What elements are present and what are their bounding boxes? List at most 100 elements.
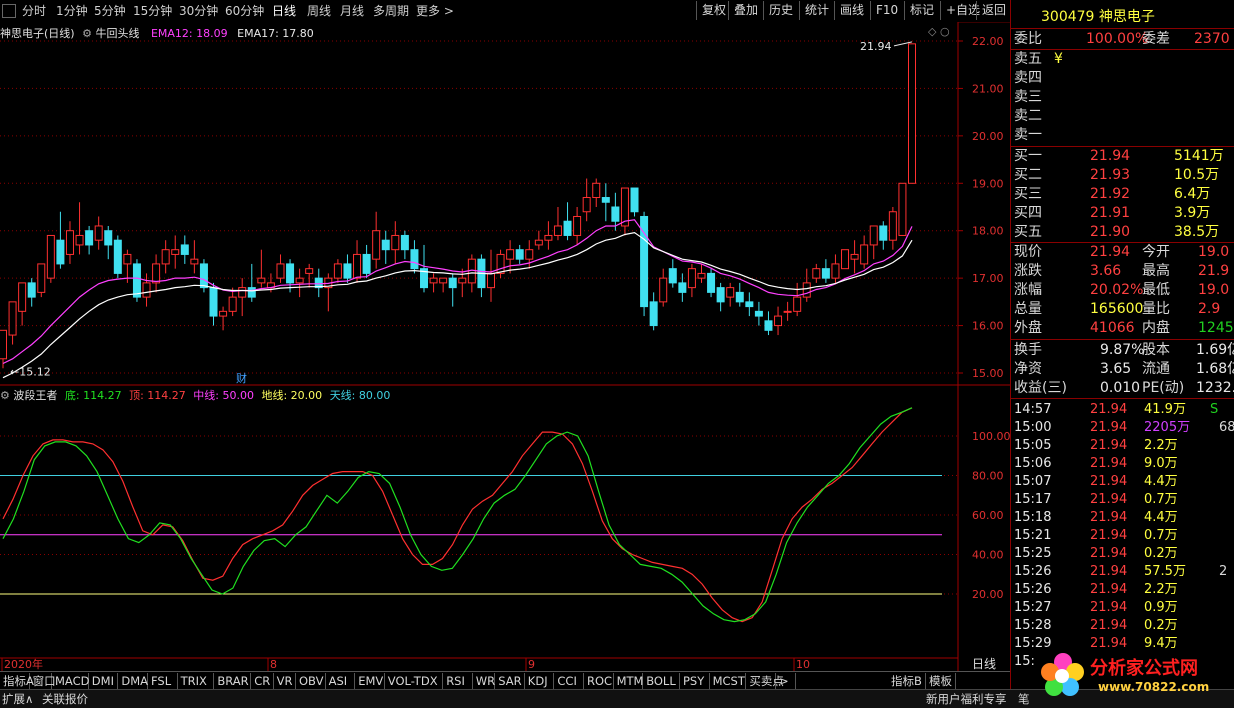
period-1[interactable]: 1分钟 (56, 3, 88, 19)
tab-right-0[interactable]: 指标B (888, 673, 926, 689)
candle-body (85, 230, 94, 246)
menu-icon[interactable] (2, 4, 16, 18)
candle-body (716, 287, 725, 303)
toolbar-button-2[interactable]: 历史 (763, 1, 798, 20)
tab-窗口[interactable]: 窗口 (30, 673, 56, 689)
period-2[interactable]: 5分钟 (94, 3, 126, 19)
toolbar-button-8[interactable]: 返回 (976, 1, 1011, 20)
candle-body (869, 225, 878, 246)
candle-body (209, 287, 218, 317)
new-user-benefits-link[interactable]: 新用户福利专享 (926, 691, 1007, 707)
sell-price: ¥ (1054, 51, 1063, 67)
buy-row[interactable]: 买三 21.92 6.4万 (1014, 185, 1234, 203)
tab-brar[interactable]: BRAR (214, 673, 252, 689)
settings-gear-icon[interactable]: ⚙ (82, 27, 92, 40)
period-5[interactable]: 60分钟 (225, 3, 264, 19)
fund-label: 净资 (1014, 361, 1042, 377)
tab-sar[interactable]: SAR (495, 673, 525, 689)
candle-body (831, 263, 840, 279)
tab-right-1[interactable]: 模板 (926, 673, 956, 689)
candle-body (104, 230, 113, 246)
panel-divider (1011, 398, 1234, 399)
candle-body (410, 249, 419, 270)
buy-row[interactable]: 买四 21.91 3.9万 (1014, 204, 1234, 222)
tab-roc[interactable]: ROC (584, 673, 614, 689)
tab-asi[interactable]: ASI (326, 673, 356, 689)
period-6[interactable]: 日线 (272, 3, 296, 19)
toolbar-button-0[interactable]: 复权 (696, 1, 731, 20)
tick-row: 14:57 21.94 41.9万 S (1014, 401, 1234, 419)
tick-volume: 0.7万 (1144, 492, 1178, 507)
tab-mtm[interactable]: MTM (614, 673, 643, 689)
buy-volume: 5141万 (1174, 148, 1224, 164)
tab-vol-tdx[interactable]: VOL-TDX (385, 673, 444, 689)
period-0[interactable]: 分时 (22, 3, 46, 19)
tab-cci[interactable]: CCI (554, 673, 584, 689)
y-tick-label: 100.00 (972, 430, 1010, 443)
tab-obv[interactable]: OBV (296, 673, 326, 689)
buy-label: 买一 (1014, 148, 1042, 164)
tab-macd[interactable]: MACD (52, 673, 89, 689)
tab-cr[interactable]: CR (251, 673, 274, 689)
candle-body (161, 249, 170, 265)
stat-value: 21.94 (1090, 244, 1131, 260)
tab-wr[interactable]: WR (473, 673, 496, 689)
tab->[interactable]: > (776, 673, 796, 689)
expand-button[interactable]: 扩展∧ (2, 691, 33, 707)
note-button[interactable]: 笔 (1018, 691, 1030, 707)
tick-volume: 0.2万 (1144, 618, 1178, 633)
y-tick-label: 80.00 (972, 470, 1004, 483)
period-3[interactable]: 15分钟 (133, 3, 172, 19)
tick-price: 21.94 (1090, 492, 1128, 507)
toolbar-button-4[interactable]: 画线 (834, 1, 869, 20)
toolbar-button-1[interactable]: 叠加 (728, 1, 763, 20)
watermark-logo: 分析家公式网 www.70822.com (1038, 650, 1234, 702)
candle-body (860, 244, 869, 265)
period-7[interactable]: 周线 (307, 3, 331, 19)
tab-买卖点[interactable]: 买卖点 (746, 673, 784, 689)
fund-label: 换手 (1014, 342, 1042, 358)
sub-settings-icon[interactable]: ⚙ (0, 389, 10, 402)
tab-mcst[interactable]: MCST (710, 673, 747, 689)
candle-body (448, 277, 457, 289)
tab-vr[interactable]: VR (274, 673, 296, 689)
tick-price: 21.94 (1090, 546, 1128, 561)
tick-time: 15: (1014, 654, 1035, 669)
chart-options-icon[interactable]: ◇ ○ (928, 25, 950, 38)
tab-rsi[interactable]: RSI (443, 673, 473, 689)
indicator-name: 牛回头线 (95, 27, 140, 40)
candle-body (219, 310, 228, 317)
kline-chart[interactable]: 22.00 21.00 20.00 19.00 18.00 17.00 16.00 15.00… (0, 22, 1010, 672)
candle-body (75, 234, 84, 246)
tick-row: 15:06 21.94 9.0万 (1014, 455, 1234, 473)
toolbar-button-5[interactable]: F10 (870, 1, 903, 20)
candle-body (898, 182, 907, 236)
period-8[interactable]: 月线 (340, 3, 364, 19)
tick-row: 15:26 21.94 2.2万 (1014, 581, 1234, 599)
related-quotes-button[interactable]: 关联报价 (42, 691, 88, 707)
y-tick-label: 16.00 (972, 320, 1004, 333)
tab-指标a[interactable]: 指标A (0, 673, 34, 689)
toolbar-button-6[interactable]: 标记 (904, 1, 939, 20)
period-10[interactable]: 更多 > (416, 3, 454, 19)
toolbar-button-3[interactable]: 统计 (799, 1, 834, 20)
tick-volume: 0.2万 (1144, 546, 1178, 561)
fund-row: 换手 9.87%股本 1.69亿 (1014, 341, 1234, 359)
buy-row[interactable]: 买一 21.94 5141万 (1014, 147, 1234, 165)
tab-dma[interactable]: DMA (118, 673, 148, 689)
buy-row[interactable]: 买五 21.90 38.5万 (1014, 223, 1234, 241)
tab-trix[interactable]: TRIX (178, 673, 215, 689)
candle-body (850, 253, 859, 260)
candle-body (8, 301, 17, 336)
tab-fsl[interactable]: FSL (148, 673, 178, 689)
tab-dmi[interactable]: DMI (89, 673, 119, 689)
period-9[interactable]: 多周期 (373, 3, 409, 19)
tick-flag: S (1210, 402, 1219, 417)
candle-body (726, 287, 735, 298)
tab-kdj[interactable]: KDJ (525, 673, 555, 689)
tab-psy[interactable]: PSY (680, 673, 710, 689)
tab-emv[interactable]: EMV (355, 673, 385, 689)
buy-row[interactable]: 买二 21.93 10.5万 (1014, 166, 1234, 184)
tab-boll[interactable]: BOLL (643, 673, 680, 689)
period-4[interactable]: 30分钟 (179, 3, 218, 19)
